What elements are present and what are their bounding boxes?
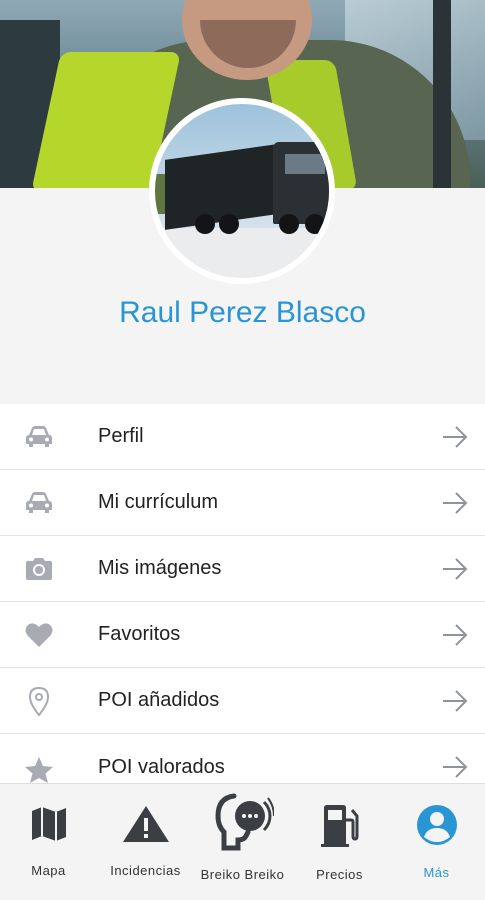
bottom-tab-bar: Mapa Incidencias Breiko Breiko Precios M… [0, 783, 485, 900]
tab-precios[interactable]: Precios [291, 784, 388, 900]
voice-chat-icon [212, 792, 275, 857]
tab-mapa[interactable]: Mapa [0, 784, 97, 900]
tab-breiko-breiko[interactable]: Breiko Breiko [194, 784, 291, 900]
menu-item-label: POI añadidos [98, 689, 220, 711]
avatar[interactable] [149, 98, 335, 284]
arrow-right-icon [425, 689, 485, 712]
arrow-right-icon [425, 425, 485, 448]
tab-label: Precios [316, 867, 363, 882]
heart-icon [0, 622, 78, 648]
tab-label: Breiko Breiko [200, 867, 285, 882]
tab-label: Mapa [31, 863, 66, 878]
menu-item-poi-valorados[interactable]: POI valorados [0, 734, 485, 784]
menu-item-label: Favoritos [98, 623, 181, 645]
tab-incidencias[interactable]: Incidencias [97, 784, 194, 900]
arrow-right-icon [425, 756, 485, 778]
menu-item-mi-curriculum[interactable]: Mi currículum [0, 470, 485, 536]
account-icon [416, 804, 458, 851]
fuel-pump-icon [320, 804, 360, 853]
arrow-right-icon [425, 491, 485, 514]
warning-icon [122, 804, 170, 849]
car-icon [0, 491, 78, 514]
camera-icon [0, 557, 78, 581]
menu-item-favoritos[interactable]: Favoritos [0, 602, 485, 668]
tab-label: Más [423, 865, 450, 880]
menu-item-label: Mis imágenes [98, 557, 222, 579]
menu-item-mis-imagenes[interactable]: Mis imágenes [0, 536, 485, 602]
menu-item-label: POI valorados [98, 756, 225, 778]
menu-item-perfil[interactable]: Perfil [0, 404, 485, 470]
tab-label: Incidencias [110, 863, 181, 878]
menu-item-label: Perfil [98, 425, 144, 447]
menu-item-poi-anadidos[interactable]: POI añadidos [0, 668, 485, 734]
star-icon [0, 756, 78, 784]
arrow-right-icon [425, 623, 485, 646]
profile-name: Raul Perez Blasco [119, 296, 366, 329]
profile-menu: Perfil Mi currículum Mis imágenes Favori… [0, 404, 485, 784]
map-pin-icon [0, 686, 78, 716]
arrow-right-icon [425, 557, 485, 580]
car-icon [0, 425, 78, 448]
menu-item-label: Mi currículum [98, 491, 219, 513]
map-icon [29, 804, 69, 849]
tab-mas[interactable]: Más [388, 784, 485, 900]
